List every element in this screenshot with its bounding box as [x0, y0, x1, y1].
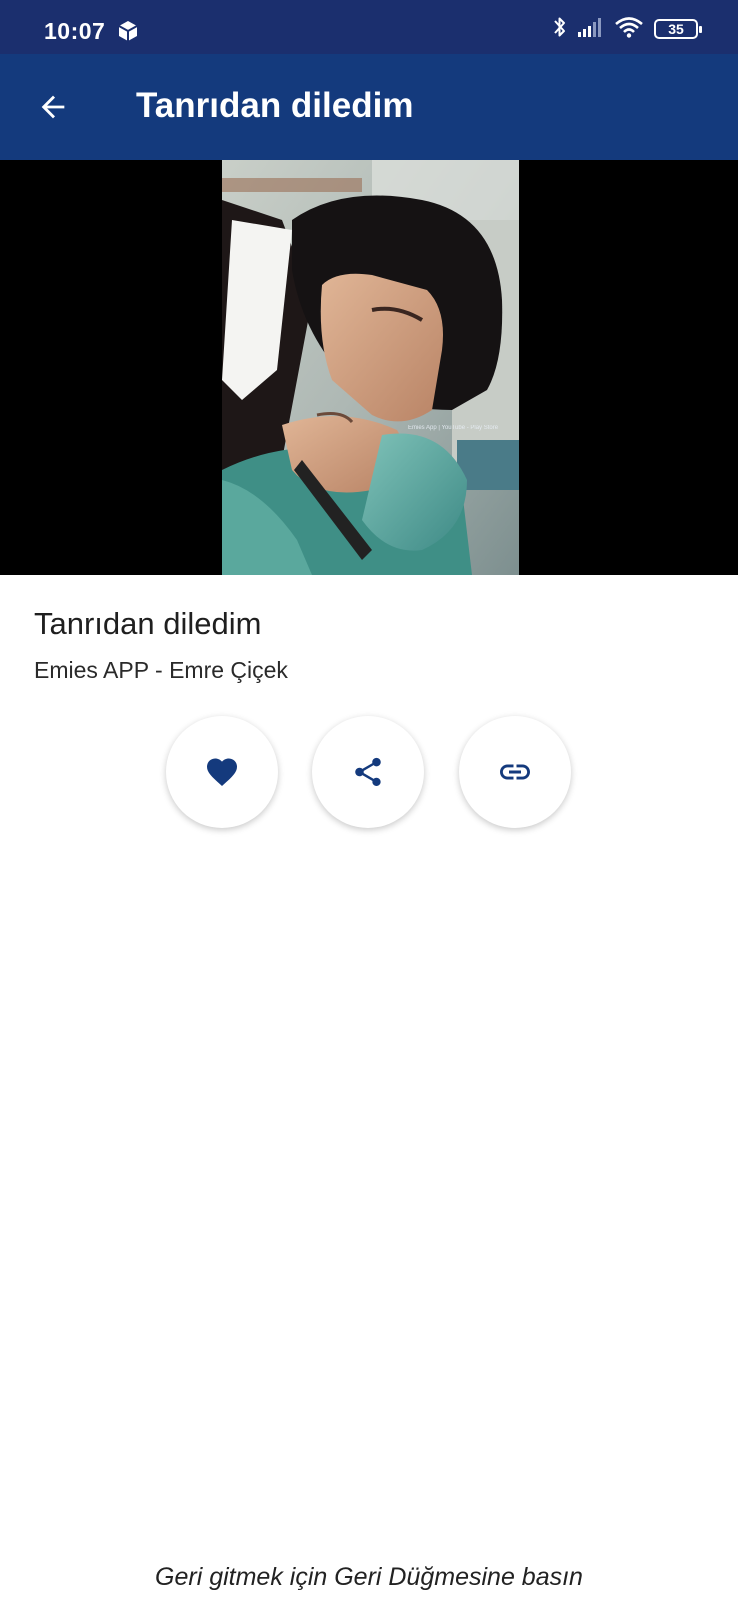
copy-link-button[interactable] — [459, 716, 571, 828]
status-icons: 35 — [552, 15, 702, 44]
share-icon — [355, 757, 381, 787]
bluetooth-icon — [552, 15, 568, 44]
link-icon — [500, 764, 530, 780]
media-viewer[interactable]: Emies App | YouTube - Play Store — [0, 160, 738, 575]
heart-icon — [207, 758, 237, 787]
watermark-text: Emies App | YouTube - Play Store — [408, 425, 499, 431]
app-bar: Tanrıdan diledim — [0, 54, 738, 160]
action-row — [0, 716, 738, 830]
arrow-back-icon — [41, 95, 65, 119]
favorite-button[interactable] — [166, 716, 278, 828]
song-title: Tanrıdan diledim — [34, 606, 262, 641]
wifi-icon — [614, 16, 644, 43]
cube-notification-icon — [117, 20, 139, 42]
page-title: Tanrıdan diledim — [136, 86, 414, 125]
battery-icon: 35 — [654, 19, 702, 39]
cover-image: Emies App | YouTube - Play Store — [222, 160, 519, 575]
back-button[interactable] — [26, 80, 80, 134]
footer-hint: Geri gitmek için Geri Düğmesine basın — [155, 1563, 583, 1591]
share-button[interactable] — [312, 716, 424, 828]
song-artist: Emies APP - Emre Çiçek — [34, 657, 288, 683]
status-time: 10:07 — [44, 18, 106, 44]
signal-icon — [578, 17, 604, 42]
status-bar: 10:07 35 — [0, 0, 738, 54]
